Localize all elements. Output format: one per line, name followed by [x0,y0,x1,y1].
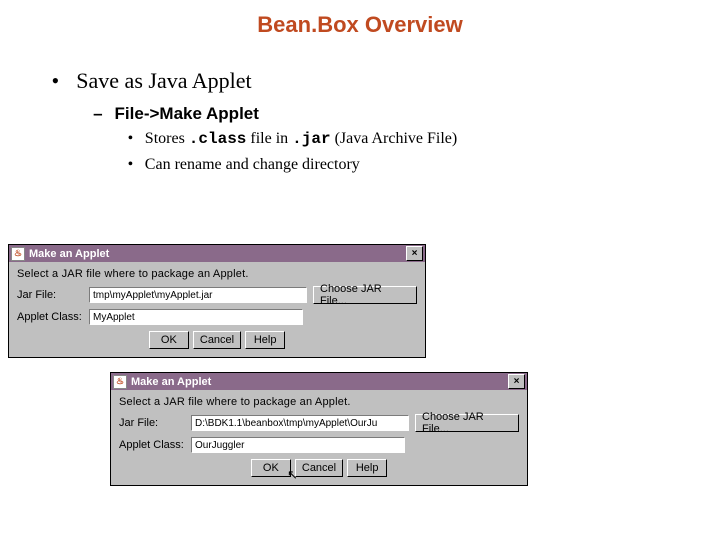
jar-file-label: Jar File: [17,289,89,301]
bullet-lvl3a: Stores .class file in .jar (Java Archive… [120,130,720,148]
make-applet-dialog-2: ♨ Make an Applet × Select a JAR file whe… [110,372,528,486]
java-icon: ♨ [11,247,25,261]
dialog-instruction: Select a JAR file where to package an Ap… [119,396,519,408]
code-jar: .jar [292,130,330,148]
dialog-title: Make an Applet [131,376,508,388]
cancel-button[interactable]: Cancel [193,331,241,349]
dialog-title: Make an Applet [29,248,406,260]
java-icon: ♨ [113,375,127,389]
cancel-button[interactable]: Cancel [295,459,343,477]
make-applet-dialog-1: ♨ Make an Applet × Select a JAR file whe… [8,244,426,358]
jar-file-input[interactable] [191,415,409,431]
ok-button[interactable]: OK [149,331,189,349]
applet-class-label: Applet Class: [17,311,89,323]
jar-file-label: Jar File: [119,417,191,429]
code-class: .class [189,130,247,148]
bullet-lvl3b: Can rename and change directory [120,156,720,174]
ok-button[interactable]: OK [251,459,291,477]
jar-file-input[interactable] [89,287,307,303]
help-button[interactable]: Help [245,331,285,349]
bullet-lvl1: Save as Java Applet File->Make Applet St… [40,68,720,174]
bullet-lvl2-text: File->Make Applet [115,104,259,123]
applet-class-input[interactable] [89,309,303,325]
dialog-instruction: Select a JAR file where to package an Ap… [17,268,417,280]
close-button[interactable]: × [508,374,525,389]
choose-jar-button[interactable]: Choose JAR File... [313,286,417,304]
bullet-lvl2: File->Make Applet Stores .class file in … [86,104,720,174]
choose-jar-button[interactable]: Choose JAR File... [415,414,519,432]
dialog-titlebar[interactable]: ♨ Make an Applet × [111,373,527,390]
close-button[interactable]: × [406,246,423,261]
dialog-titlebar[interactable]: ♨ Make an Applet × [9,245,425,262]
slide-content: Save as Java Applet File->Make Applet St… [40,68,720,174]
applet-class-label: Applet Class: [119,439,191,451]
slide-title: Bean.Box Overview [0,12,720,38]
applet-class-input[interactable] [191,437,405,453]
help-button[interactable]: Help [347,459,387,477]
bullet-lvl1-text: Save as Java Applet [76,68,251,93]
